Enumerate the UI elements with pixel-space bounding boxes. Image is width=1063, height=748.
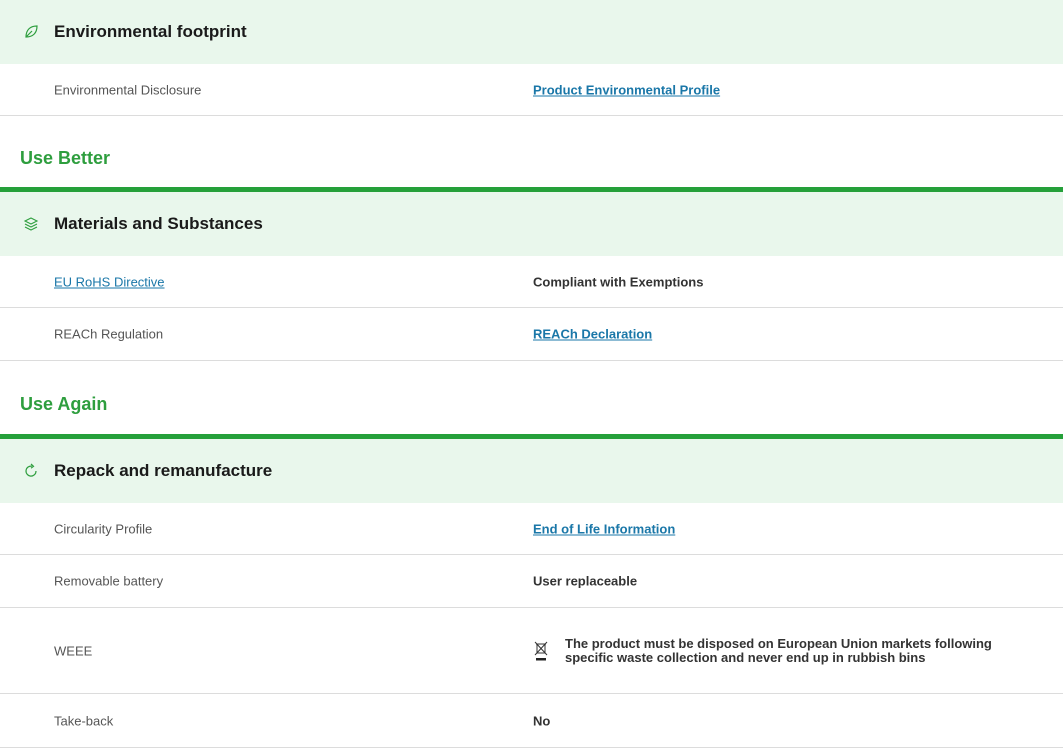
row-label: WEEE [54, 643, 93, 658]
removable-battery-row: Removable battery User replaceable [0, 555, 1063, 608]
weee-row: WEEE The product must be disposed on Eur… [0, 608, 1063, 694]
repack-remanufacture-header: Repack and remanufacture [0, 439, 1063, 503]
removable-battery-value: User replaceable [533, 573, 638, 589]
row-label: REACh Regulation [54, 326, 164, 342]
refresh-icon [22, 462, 40, 480]
take-back-row: Take-back No [0, 694, 1063, 748]
row-label: Removable battery [54, 573, 164, 589]
take-back-value: No [533, 713, 551, 728]
end-of-life-information-link[interactable]: End of Life Information [533, 521, 675, 536]
eu-rohs-value: Compliant with Exemptions [533, 274, 704, 289]
product-environmental-profile-link[interactable]: Product Environmental Profile [533, 82, 720, 97]
reach-row: REACh Regulation REACh Declaration [0, 308, 1063, 361]
use-better-title: Use Better [20, 148, 111, 168]
circularity-profile-row: Circularity Profile End of Life Informat… [0, 503, 1063, 555]
row-label: Circularity Profile [54, 521, 153, 536]
reach-declaration-link[interactable]: REACh Declaration [533, 327, 652, 342]
weee-value: The product must be disposed on European… [533, 635, 1005, 665]
crossed-bin-icon [533, 640, 549, 662]
repack-remanufacture-title: Repack and remanufacture [54, 461, 273, 480]
weee-text: The product must be disposed on European… [565, 635, 992, 665]
eu-rohs-directive-link[interactable]: EU RoHS Directive [54, 274, 165, 289]
environmental-footprint-title: Environmental footprint [54, 22, 247, 41]
materials-substances-title: Materials and Substances [54, 214, 263, 233]
use-again-title: Use Again [20, 394, 108, 414]
row-label: Take-back [54, 713, 114, 728]
layers-icon [22, 215, 40, 233]
environmental-disclosure-row: Environmental Disclosure Product Environ… [0, 64, 1063, 116]
row-label: Environmental Disclosure [54, 82, 202, 97]
environmental-footprint-header: Environmental footprint [0, 0, 1063, 64]
leaf-icon [22, 23, 40, 41]
eu-rohs-row: EU RoHS Directive Compliant with Exempti… [0, 256, 1063, 308]
materials-substances-header: Materials and Substances [0, 192, 1063, 256]
